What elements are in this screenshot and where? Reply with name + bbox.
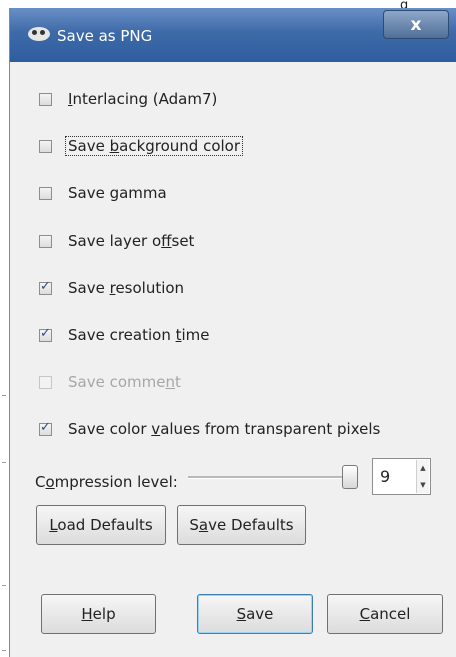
compression-level-label: Compression level: — [35, 473, 178, 491]
checkbox-box[interactable] — [39, 420, 52, 436]
checkbox-box[interactable] — [39, 234, 52, 248]
checkbox-box[interactable] — [39, 92, 52, 106]
gimp-icon — [28, 27, 50, 41]
title-bar[interactable]: Save as PNG x — [10, 8, 456, 62]
save-resolution-checkbox[interactable]: Save resolution — [39, 277, 184, 299]
compression-slider-track[interactable] — [188, 476, 358, 479]
checkbox-label: Save creation time — [68, 326, 210, 344]
checkbox-label: Save comment — [68, 373, 181, 391]
close-button[interactable]: x — [383, 10, 449, 39]
save-color-values-checkbox[interactable]: Save color values from transparent pixel… — [39, 418, 380, 440]
checkbox-label: Save resolution — [68, 279, 185, 297]
checkbox-box[interactable] — [39, 279, 52, 295]
background-window-edge — [0, 0, 9, 657]
checkbox-box[interactable] — [39, 139, 52, 153]
save-creation-time-checkbox[interactable]: Save creation time — [39, 324, 210, 346]
close-icon: x — [410, 15, 422, 35]
checkbox-label: Save gamma — [68, 184, 167, 202]
checkbox-box — [39, 375, 52, 389]
spin-arrows[interactable]: ▲ ▼ — [416, 460, 429, 493]
help-button[interactable]: Help — [41, 594, 156, 634]
save-defaults-button[interactable]: Save Defaults — [177, 505, 306, 545]
checkbox-label: Interlacing (Adam7) — [68, 90, 218, 108]
interlacing-checkbox[interactable]: Interlacing (Adam7) — [39, 88, 217, 110]
save-as-png-dialog: Save as PNG x Interlacing (Adam7) Save b… — [9, 8, 456, 657]
checkbox-label: Save color values from transparent pixel… — [68, 420, 381, 438]
checkbox-label: Save background color — [65, 136, 244, 156]
load-defaults-button[interactable]: Load Defaults — [36, 505, 166, 545]
save-button[interactable]: Save — [197, 594, 313, 634]
compression-spinbox[interactable]: 9 ▲ ▼ — [372, 458, 431, 495]
save-layer-offset-checkbox[interactable]: Save layer offset — [39, 230, 194, 252]
checkbox-label: Save layer offset — [68, 232, 195, 250]
spin-up-icon[interactable]: ▲ — [417, 460, 429, 477]
dialog-title: Save as PNG — [57, 27, 153, 45]
cancel-button[interactable]: Cancel — [327, 594, 443, 634]
spin-down-icon[interactable]: ▼ — [417, 477, 429, 494]
save-background-color-checkbox[interactable]: Save background color — [39, 135, 244, 157]
compression-value: 9 — [380, 467, 391, 486]
checkbox-box[interactable] — [39, 326, 52, 342]
checkbox-box[interactable] — [39, 186, 52, 200]
save-comment-checkbox: Save comment — [39, 371, 181, 393]
compression-slider-handle[interactable] — [342, 465, 358, 489]
save-gamma-checkbox[interactable]: Save gamma — [39, 182, 167, 204]
